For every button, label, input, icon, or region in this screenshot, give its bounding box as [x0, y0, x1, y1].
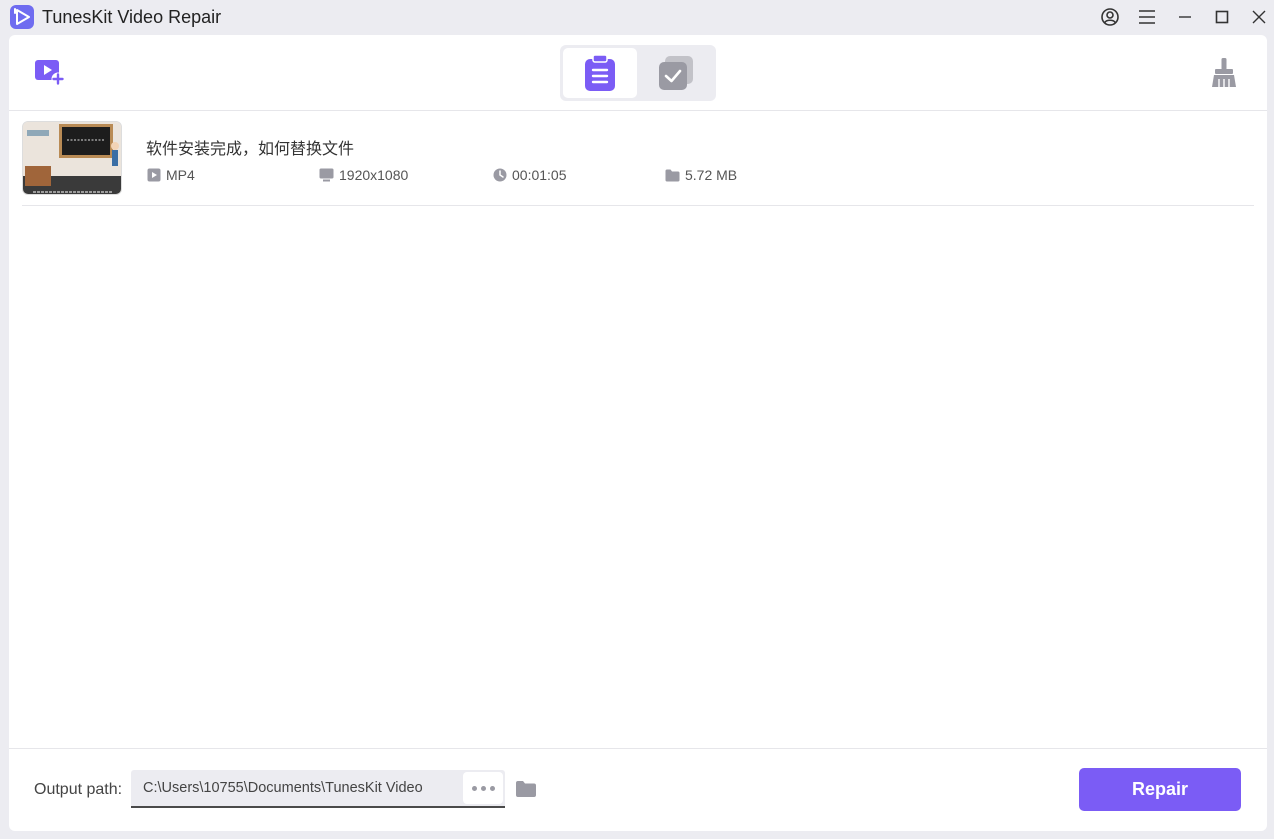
toolbar	[9, 35, 1267, 111]
file-duration: 00:01:05	[493, 167, 567, 183]
clock-icon	[493, 168, 507, 182]
checked-copy-icon	[659, 56, 693, 90]
add-video-icon	[35, 60, 65, 86]
open-folder-button[interactable]	[515, 780, 537, 800]
title-bar: TunesKit Video Repair	[0, 0, 1274, 34]
repair-button[interactable]: Repair	[1079, 768, 1241, 811]
hamburger-menu-icon[interactable]	[1135, 5, 1159, 29]
app-logo-icon	[10, 5, 34, 29]
file-format: MP4	[147, 167, 195, 183]
browse-more-button[interactable]	[463, 772, 503, 804]
folder-small-icon	[665, 169, 680, 181]
broom-icon	[1212, 58, 1236, 87]
main-panel: 软件安装完成，如何替换文件 MP4 1920x1080 00:01:05 5.7…	[9, 35, 1267, 831]
file-duration-value: 00:01:05	[512, 167, 567, 183]
view-tab-group	[560, 45, 716, 101]
more-dot-icon	[489, 785, 495, 791]
output-path-field	[131, 770, 505, 808]
app-title: TunesKit Video Repair	[42, 7, 222, 27]
file-size-value: 5.72 MB	[685, 167, 738, 183]
file-name: 软件安装完成，如何替换文件	[146, 139, 355, 158]
add-video-button[interactable]	[33, 57, 67, 87]
tab-repair-list[interactable]	[563, 48, 637, 98]
folder-icon	[516, 781, 536, 797]
more-dot-icon	[480, 785, 486, 791]
file-list-item[interactable]: 软件安装完成，如何替换文件 MP4 1920x1080 00:01:05 5.7…	[22, 119, 1254, 206]
close-icon[interactable]	[1247, 5, 1271, 29]
file-resolution: 1920x1080	[319, 167, 408, 183]
footer-bar: Output path: Repair	[9, 748, 1267, 831]
user-account-icon[interactable]	[1098, 5, 1122, 29]
video-thumbnail	[22, 121, 122, 195]
file-format-value: MP4	[166, 167, 195, 183]
minimize-icon[interactable]	[1173, 5, 1197, 29]
tab-repaired-list[interactable]	[639, 48, 713, 98]
output-path-input[interactable]	[131, 770, 461, 806]
clear-list-button[interactable]	[1209, 57, 1239, 89]
maximize-icon[interactable]	[1210, 5, 1234, 29]
file-size: 5.72 MB	[665, 167, 737, 183]
clipboard-list-icon	[585, 54, 615, 91]
monitor-icon	[319, 168, 334, 182]
more-dot-icon	[471, 785, 477, 791]
file-resolution-value: 1920x1080	[339, 167, 409, 183]
output-path-label: Output path:	[34, 781, 123, 798]
video-format-icon	[147, 168, 161, 182]
